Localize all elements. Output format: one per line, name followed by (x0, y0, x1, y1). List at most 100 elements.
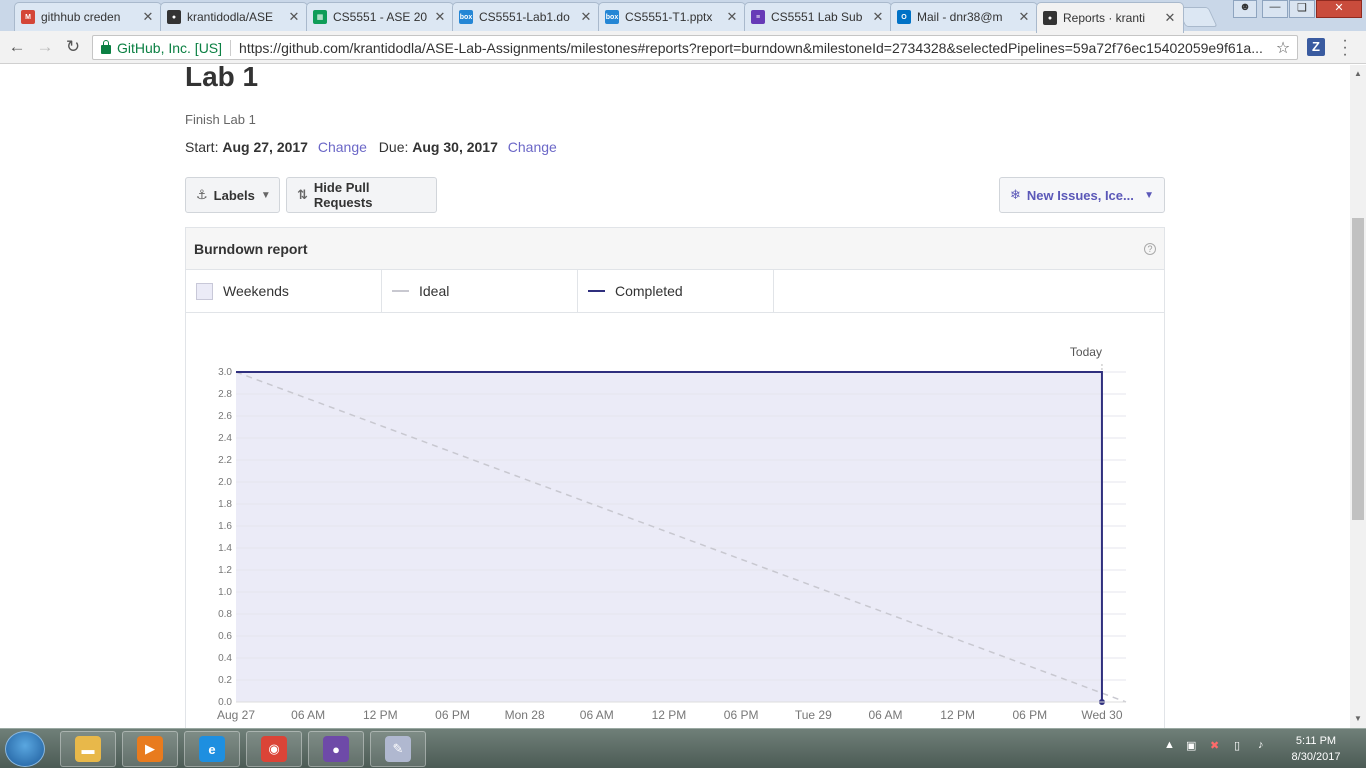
site-identity[interactable]: GitHub, Inc. [US] (117, 40, 222, 56)
sheets-icon: ▦ (313, 10, 327, 24)
browser-tab[interactable]: ≡ CS5551 Lab Sub ✕ (744, 2, 892, 31)
page-scrollbar[interactable]: ▲ ▼ (1350, 65, 1366, 728)
y-tick-label: 1.2 (218, 565, 232, 576)
y-tick-label: 2.2 (218, 455, 232, 466)
taskbar-app[interactable]: ▶ (122, 731, 178, 767)
y-tick-label: 1.8 (218, 499, 232, 510)
x-tick-label: 06 AM (868, 708, 902, 722)
close-tab-icon[interactable]: ✕ (287, 9, 301, 25)
browser-tab[interactable]: O Mail - dnr38@m ✕ (890, 2, 1038, 31)
windows-taskbar: ▬ ▶ e ◉ ● ✎ ▲ ▣ ✖ ▯ ♪ 5:11 PM 8/30/2017 (0, 728, 1366, 768)
gmail-icon: M (21, 10, 35, 24)
signal-icon[interactable]: ▯ (1234, 739, 1240, 752)
x-tick-label: 06 PM (724, 708, 759, 722)
scrollbar-thumb[interactable] (1352, 218, 1364, 520)
y-tick-label: 1.4 (218, 543, 232, 554)
x-tick-label: 06 AM (580, 708, 614, 722)
tab-label: githhub creden (41, 10, 121, 24)
explorer-icon: ▬ (75, 736, 101, 762)
internet-explorer-icon: e (199, 736, 225, 762)
bookmark-star-icon[interactable]: ☆ (1273, 38, 1293, 58)
system-clock[interactable]: 5:11 PM 8/30/2017 (1282, 733, 1350, 765)
github-desktop-icon: ● (323, 736, 349, 762)
scroll-up-icon[interactable]: ▲ (1350, 67, 1366, 81)
tab-label: krantidodla/ASE (187, 10, 274, 24)
close-window-button[interactable]: ✕ (1316, 0, 1362, 18)
burndown-chart: 0.0 0.2 0.4 0.6 0.8 1.0 1.2 1.4 1.6 1.8 2.0 2.2 2.4 2… (217, 345, 1127, 722)
x-tick-label: 06 PM (435, 708, 470, 722)
maximize-button[interactable]: ❑ (1289, 0, 1315, 18)
tab-label: Reports · kranti (1063, 11, 1146, 25)
x-tick-label: Aug 27 (217, 708, 255, 722)
close-tab-icon[interactable]: ✕ (1163, 10, 1177, 26)
browser-tab[interactable]: ▦ CS5551 - ASE 20 ✕ (306, 2, 454, 31)
browser-menu-icon[interactable]: · · · (1340, 33, 1350, 63)
browser-toolbar: ← → ↻ GitHub, Inc. [US] https://github.c… (0, 31, 1366, 64)
minimize-button[interactable]: — (1262, 0, 1288, 18)
taskbar-app[interactable]: e (184, 731, 240, 767)
extension-z-button[interactable]: Z (1307, 38, 1325, 56)
x-tick-label: 06 PM (1012, 708, 1047, 722)
tab-label: CS5551 Lab Sub (771, 10, 863, 24)
chrome-icon: ◉ (261, 736, 287, 762)
close-tab-icon[interactable]: ✕ (1017, 9, 1031, 25)
address-bar[interactable]: GitHub, Inc. [US] https://github.com/kra… (92, 35, 1298, 60)
tab-label: CS5551-Lab1.do (479, 10, 570, 24)
close-tab-icon[interactable]: ✕ (871, 9, 885, 25)
taskbar-app[interactable]: ● (308, 731, 364, 767)
x-tick-label: 12 PM (363, 708, 398, 722)
device-icon[interactable]: ▣ (1186, 739, 1196, 752)
y-tick-label: 2.0 (218, 477, 232, 488)
y-tick-label: 0.2 (218, 675, 232, 686)
box-icon: box (605, 10, 619, 24)
paint-icon: ✎ (385, 736, 411, 762)
x-tick-label: 12 PM (652, 708, 687, 722)
y-tick-label: 2.4 (218, 433, 232, 444)
taskbar-app[interactable]: ◉ (246, 731, 302, 767)
browser-tab[interactable]: box CS5551-T1.pptx ✕ (598, 2, 746, 31)
taskbar-app[interactable]: ▬ (60, 731, 116, 767)
tab-label: CS5551 - ASE 20 (333, 10, 428, 24)
close-tab-icon[interactable]: ✕ (433, 9, 447, 25)
clock-time: 5:11 PM (1295, 735, 1337, 747)
github-icon: ● (167, 10, 181, 24)
browser-tab[interactable]: ● krantidodla/ASE ✕ (160, 2, 308, 31)
x-tick-label: Wed 30 (1081, 708, 1122, 722)
y-tick-label: 3.0 (218, 367, 232, 378)
x-tick-label: Mon 28 (505, 708, 545, 722)
browser-tab[interactable]: ● Reports · kranti ✕ (1036, 2, 1184, 33)
x-tick-label: 12 PM (940, 708, 975, 722)
taskbar-app[interactable]: ✎ (370, 731, 426, 767)
weekend-band (236, 372, 1102, 702)
browser-tab[interactable]: box CS5551-Lab1.do ✕ (452, 2, 600, 31)
url-text[interactable]: https://github.com/krantidodla/ASE-Lab-A… (239, 40, 1273, 56)
y-tick-label: 0.8 (218, 609, 232, 620)
y-tick-label: 0.4 (218, 653, 232, 664)
forms-icon: ≡ (751, 10, 765, 24)
back-arrow-icon[interactable]: ← (6, 36, 28, 58)
volume-muted-icon[interactable]: ♪ (1258, 739, 1264, 751)
close-tab-icon[interactable]: ✕ (141, 9, 155, 25)
network-error-icon[interactable]: ✖ (1210, 739, 1219, 752)
show-hidden-icons-icon[interactable]: ▲ (1164, 739, 1175, 751)
today-label: Today (1070, 345, 1102, 359)
reload-icon[interactable]: ↻ (62, 36, 84, 58)
y-tick-label: 0.6 (218, 631, 232, 642)
forward-arrow-icon[interactable]: → (34, 36, 56, 58)
box-icon: box (459, 10, 473, 24)
start-button[interactable] (5, 731, 45, 767)
x-tick-label: 06 AM (291, 708, 325, 722)
y-tick-label: 1.6 (218, 521, 232, 532)
close-tab-icon[interactable]: ✕ (579, 9, 593, 25)
y-tick-label: 0.0 (218, 697, 232, 708)
clock-date: 8/30/2017 (1291, 751, 1341, 763)
y-tick-label: 1.0 (218, 587, 232, 598)
outlook-icon: O (897, 10, 911, 24)
browser-tab[interactable]: Mgithhub creden ✕ (14, 2, 162, 31)
lock-icon (101, 40, 111, 54)
page-content: Lab 1 Finish Lab 1 Start: Aug 27, 2017 C… (0, 65, 1350, 728)
user-profile-button[interactable]: ☻ (1233, 0, 1257, 18)
close-tab-icon[interactable]: ✕ (725, 9, 739, 25)
scroll-down-icon[interactable]: ▼ (1350, 712, 1366, 726)
browser-tab-strip: Mgithhub creden ✕ ● krantidodla/ASE ✕ ▦ CS5551… (0, 0, 1366, 33)
